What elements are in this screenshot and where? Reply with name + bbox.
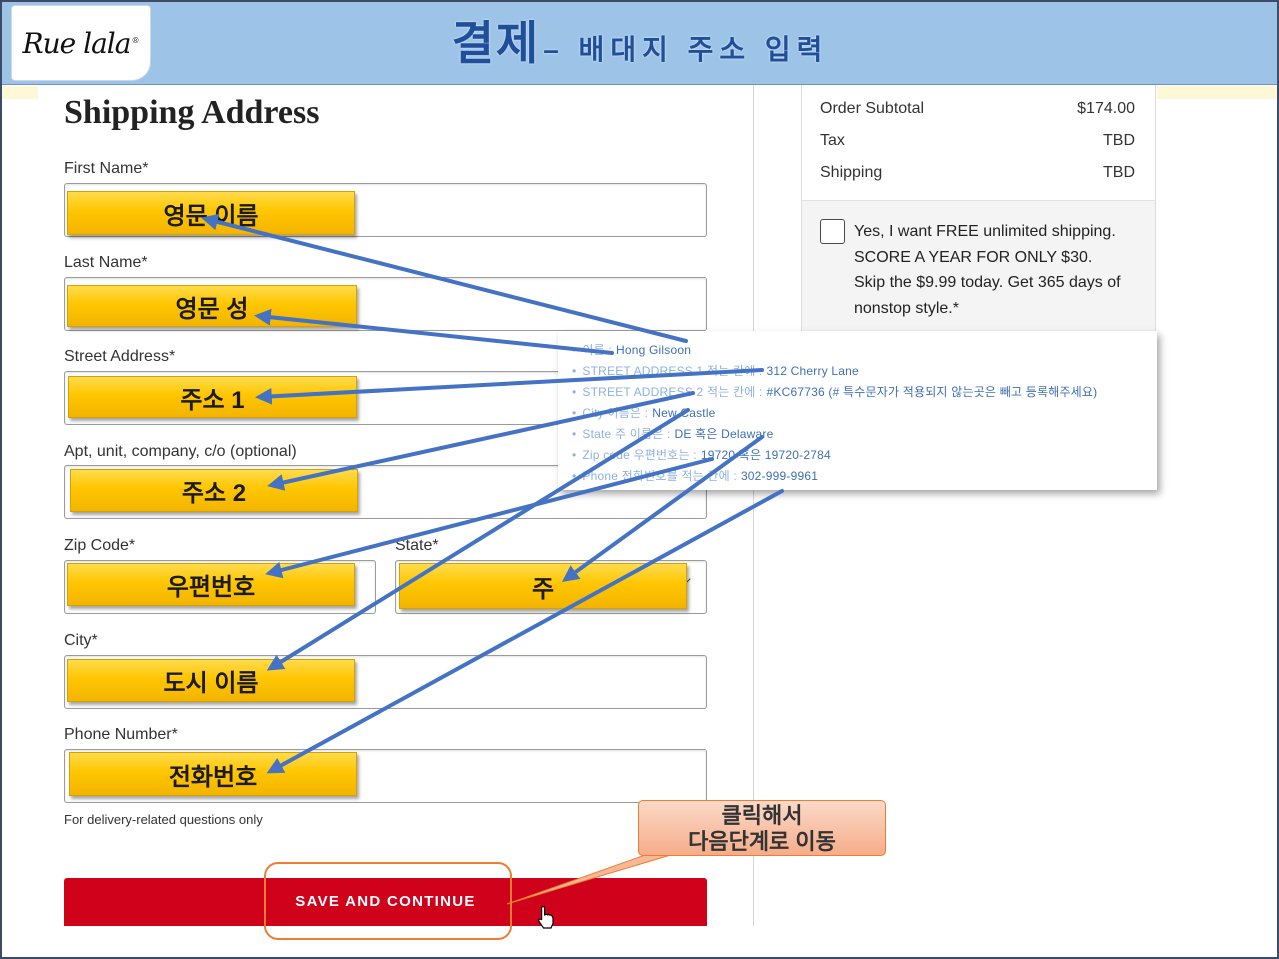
- info-label: 이름 :: [582, 343, 612, 357]
- state-label: State*: [395, 537, 439, 554]
- first-name-label: First Name*: [64, 160, 149, 177]
- order-subtotal-value: $174.00: [1077, 100, 1135, 117]
- info-line-state: State 주 이름은 :DE 혹은 Delaware: [572, 424, 1157, 445]
- apt-unit-label: Apt, unit, company, c/o (optional): [64, 443, 297, 460]
- info-line-city: City 이름은 :New Castle: [572, 403, 1157, 424]
- info-value: New Castle: [652, 406, 716, 420]
- promo-line: Yes, I want FREE unlimited shipping.: [854, 223, 1116, 240]
- last-name-label: Last Name*: [64, 254, 148, 271]
- info-line-street2: STREET ADDRESS 2 적는 칸에 :#KC67736 (# 특수문자…: [572, 382, 1157, 403]
- info-line-street1: STREET ADDRESS 1 적는 칸에 :312 Cherry Lane: [572, 361, 1157, 382]
- slide-title: 결제 – 배대지 주소 입력: [340, 10, 940, 76]
- address-info-box: 이름 :Hong Gilsoon STREET ADDRESS 1 적는 칸에 …: [558, 331, 1157, 490]
- info-label: STREET ADDRESS 2 적는 칸에 :: [582, 385, 763, 399]
- zip-code-annotation: 우편번호: [67, 563, 355, 606]
- street-address-label: Street Address*: [64, 348, 176, 365]
- phone-helper-text: For delivery-related questions only: [64, 812, 263, 827]
- tax-row: Tax TBD: [820, 132, 1135, 150]
- zip-code-label: Zip Code*: [64, 537, 136, 554]
- info-label: City 이름은 :: [582, 406, 649, 420]
- logo-text: Rue lala: [22, 26, 132, 60]
- save-button-highlight: [264, 862, 512, 940]
- info-line-zip: Zip code 우편번호는 :19720 혹은 19720-2784: [572, 445, 1157, 466]
- info-value: Hong Gilsoon: [615, 343, 692, 357]
- info-line-name: 이름 :Hong Gilsoon: [572, 340, 1157, 361]
- slide-header: Rue lala ® 결제 – 배대지 주소 입력: [0, 0, 1279, 85]
- tax-value: TBD: [1103, 132, 1135, 149]
- info-value: 19720 혹은 19720-2784: [700, 448, 831, 462]
- checkbox-icon[interactable]: [820, 219, 845, 244]
- info-label: Zip code 우편번호는 :: [582, 448, 697, 462]
- info-value: 312 Cherry Lane: [766, 364, 859, 378]
- phone-number-label: Phone Number*: [64, 726, 178, 743]
- page-banner-edge-right: [1157, 86, 1277, 99]
- tax-label: Tax: [820, 132, 845, 149]
- info-value: 302-999-9961: [740, 469, 819, 483]
- info-value: #KC67736 (# 특수문자가 적용되지 않는곳은 빼고 등록해주세요): [766, 385, 1098, 399]
- next-step-callout: 클릭해서 다음단계로 이동: [638, 800, 886, 856]
- callout-line: 클릭해서: [721, 803, 803, 828]
- shipping-row: Shipping TBD: [820, 164, 1135, 182]
- promo-line: Skip the $9.99 today. Get 365 days of: [854, 274, 1121, 291]
- first-name-annotation: 영문 이름: [67, 191, 355, 235]
- shipping-label: Shipping: [820, 164, 883, 181]
- phone-number-annotation: 전화번호: [69, 752, 357, 796]
- registered-mark: ®: [131, 36, 140, 45]
- ruelala-logo: Rue lala ®: [12, 6, 150, 80]
- info-label: Phone 전화번호를 적는 칸에 :: [582, 469, 737, 483]
- arrow-to-phone-number: [266, 489, 784, 774]
- order-subtotal-row: Order Subtotal $174.00: [820, 100, 1135, 118]
- order-subtotal-label: Order Subtotal: [820, 100, 925, 117]
- street-address-annotation: 주소 1: [68, 376, 357, 418]
- free-shipping-promo-text: Yes, I want FREE unlimited shipping. SCO…: [854, 219, 1121, 321]
- shipping-value: TBD: [1103, 164, 1135, 181]
- info-label: STREET ADDRESS 1 적는 칸에 :: [582, 364, 763, 378]
- promo-line: SCORE A YEAR FOR ONLY $30.: [854, 248, 1093, 266]
- info-line-phone: Phone 전화번호를 적는 칸에 :302-999-9961: [572, 466, 1157, 487]
- hand-cursor-icon: [538, 905, 554, 929]
- page-title: Shipping Address: [64, 94, 320, 131]
- info-value: DE 혹은 Delaware: [674, 427, 774, 441]
- city-annotation: 도시 이름: [67, 659, 355, 702]
- slide-title-main: 결제: [451, 17, 541, 69]
- slide-title-sub: – 배대지 주소 입력: [543, 34, 829, 65]
- info-label: State 주 이름은 :: [582, 427, 671, 441]
- state-annotation: 주: [399, 563, 687, 609]
- page-banner-edge-left: [2, 86, 38, 99]
- callout-line: 다음단계로 이동: [688, 829, 836, 854]
- promo-line: nonstop style.*: [854, 299, 959, 317]
- city-label: City*: [64, 632, 98, 649]
- apt-unit-annotation: 주소 2: [70, 469, 358, 512]
- last-name-annotation: 영문 성: [67, 285, 357, 327]
